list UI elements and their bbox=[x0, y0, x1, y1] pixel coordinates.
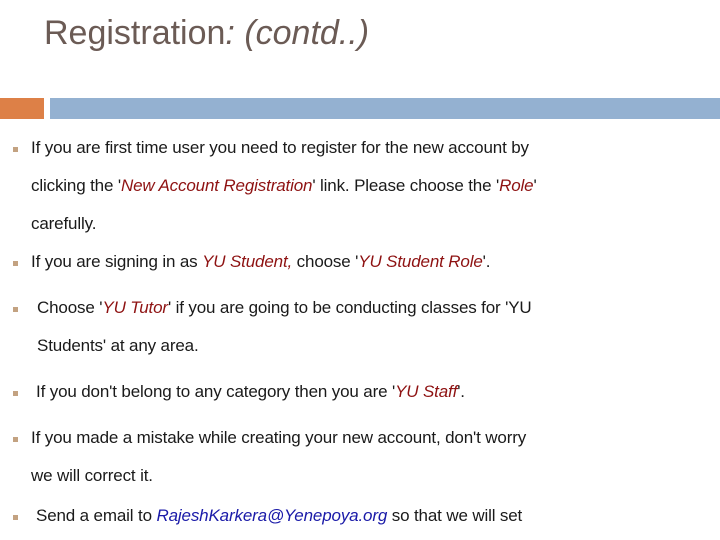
bullet-1-line3-text: carefully. bbox=[31, 214, 97, 233]
bullet-2-post: '. bbox=[482, 252, 491, 271]
bullet-3-pre: Choose ' bbox=[37, 298, 103, 317]
bullet-5-line1-text: If you made a mistake while creating you… bbox=[31, 428, 527, 447]
role-emphasis: Role bbox=[499, 176, 534, 195]
bullet-1-line1-text: If you are first time user you need to r… bbox=[31, 138, 529, 157]
new-account-registration-emphasis: New Account Registration bbox=[120, 176, 313, 195]
slide-title-area: Registration: (contd..) bbox=[44, 10, 684, 66]
accent-bar-orange bbox=[0, 98, 44, 119]
presentation-slide: Registration: (contd..) If you are first… bbox=[0, 0, 720, 540]
bullet-square-icon bbox=[13, 437, 18, 442]
bullet-1-text: If you are first time user you need to r… bbox=[31, 129, 537, 243]
bullet-1-line2-mid: ' link. Please choose the ' bbox=[312, 176, 500, 195]
yu-student-emphasis: YU Student, bbox=[202, 252, 293, 271]
title-sub-text: : (contd..) bbox=[225, 14, 370, 52]
bullet-square-icon bbox=[13, 391, 18, 396]
yu-tutor-emphasis: YU Tutor bbox=[102, 298, 168, 317]
support-email-link[interactable]: RajeshKarkera@Yenepoya.org bbox=[156, 506, 387, 525]
bullet-5-line-2: we will correct it. bbox=[31, 457, 526, 495]
slide-body: If you are first time user you need to r… bbox=[0, 126, 720, 540]
bullet-5-line-1: If you made a mistake while creating you… bbox=[31, 419, 526, 457]
bullet-3-text: Choose 'YU Tutor' if you are going to be… bbox=[37, 289, 532, 365]
bullet-4-post: '. bbox=[457, 382, 465, 401]
bullet-2-pre: If you are signing in as bbox=[31, 252, 203, 271]
bullet-square-icon bbox=[13, 307, 18, 312]
bullet-3-line2-text: Students' at any area. bbox=[37, 336, 199, 355]
bullet-4-pre: If you don't belong to any category then… bbox=[36, 382, 396, 401]
title-main-text: Registration bbox=[44, 14, 226, 52]
bullet-6-pre: Send a email to bbox=[36, 506, 157, 525]
bullet-6-line-1: Send a email to RajeshKarkera@Yenepoya.o… bbox=[36, 497, 522, 535]
bullet-square-icon bbox=[13, 261, 18, 266]
bullet-6-text: Send a email to RajeshKarkera@Yenepoya.o… bbox=[36, 497, 522, 535]
bullet-1-line-2: clicking the 'New Account Registration' … bbox=[31, 167, 537, 205]
bullet-3-line-1: Choose 'YU Tutor' if you are going to be… bbox=[37, 289, 532, 327]
bullet-2-mid: choose ' bbox=[292, 252, 359, 271]
bullet-square-icon bbox=[13, 147, 18, 152]
bullet-1-line-1: If you are first time user you need to r… bbox=[31, 129, 537, 167]
yu-staff-emphasis: YU Staff bbox=[395, 382, 458, 401]
bullet-2-line-1: If you are signing in as YU Student, cho… bbox=[31, 243, 490, 281]
bullet-1-line-3: carefully. bbox=[31, 205, 537, 243]
bullet-3-post: ' if you are going to be conducting clas… bbox=[167, 298, 532, 317]
yu-student-role-emphasis: YU Student Role bbox=[358, 252, 483, 271]
bullet-3-line-2: Students' at any area. bbox=[37, 327, 532, 365]
bullet-5-line2-text: we will correct it. bbox=[31, 466, 153, 485]
bullet-1-line2-post: ' bbox=[533, 176, 537, 195]
bullet-square-icon bbox=[13, 515, 18, 520]
page-title: Registration: (contd..) bbox=[44, 10, 684, 56]
bullet-6-post: so that we will set bbox=[387, 506, 523, 525]
accent-bar-blue bbox=[50, 98, 720, 119]
bullet-5-text: If you made a mistake while creating you… bbox=[31, 419, 526, 495]
bullet-2-text: If you are signing in as YU Student, cho… bbox=[31, 243, 490, 281]
bullet-4-line-1: If you don't belong to any category then… bbox=[36, 373, 465, 411]
bullet-4-text: If you don't belong to any category then… bbox=[36, 373, 465, 411]
bullet-1-line2-pre: clicking the ' bbox=[31, 176, 121, 195]
